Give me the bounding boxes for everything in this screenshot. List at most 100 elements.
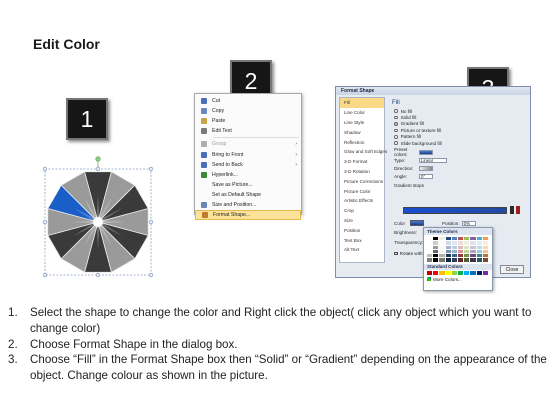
standard-color-swatch[interactable] — [451, 270, 457, 275]
sidebar-item-line-style[interactable]: Line Style — [340, 118, 384, 128]
color-swatch[interactable] — [470, 237, 476, 241]
remove-stop-button[interactable] — [516, 206, 520, 214]
resize-handle[interactable] — [42, 272, 48, 278]
angle-input[interactable]: 0° — [419, 173, 433, 179]
rotation-handle[interactable] — [95, 156, 101, 162]
color-swatch[interactable] — [427, 241, 433, 245]
color-swatch[interactable] — [433, 249, 439, 254]
standard-color-swatch[interactable] — [427, 270, 433, 275]
gradient-stops-bar[interactable] — [403, 207, 507, 214]
color-swatch[interactable] — [457, 241, 464, 245]
color-swatch[interactable] — [427, 249, 433, 254]
resize-handle[interactable] — [42, 219, 48, 225]
color-swatch[interactable] — [476, 249, 482, 254]
sidebar-item-picture-corrections[interactable]: Picture Corrections — [340, 176, 384, 186]
standard-color-swatch[interactable] — [457, 270, 464, 275]
sidebar-item-glow[interactable]: Glow and Soft Edges — [340, 147, 387, 157]
sidebar-item-artistic-effects[interactable]: Artistic Effects — [340, 196, 384, 206]
menu-item-save-as-picture[interactable]: Save as Picture... — [195, 180, 301, 190]
resize-handle[interactable] — [148, 166, 154, 172]
color-swatch[interactable] — [457, 245, 464, 249]
resize-handle[interactable] — [95, 166, 101, 172]
menu-item-hyperlink[interactable]: Hyperlink... — [195, 170, 301, 180]
color-swatch[interactable] — [464, 245, 470, 249]
color-swatch[interactable] — [457, 237, 464, 241]
color-swatch[interactable] — [451, 258, 457, 262]
color-swatch[interactable] — [427, 237, 433, 241]
direction-dropdown[interactable] — [419, 165, 433, 171]
color-swatch[interactable] — [445, 241, 451, 245]
more-colors-button[interactable]: More Colors... — [427, 277, 489, 282]
color-swatch[interactable] — [439, 258, 445, 262]
color-picker-button[interactable] — [410, 220, 424, 226]
color-swatch[interactable] — [476, 245, 482, 249]
menu-item-bring-to-front[interactable]: Bring to Front › — [195, 149, 301, 159]
menu-item-format-shape[interactable]: Format Shape... — [195, 210, 301, 221]
color-swatch[interactable] — [439, 249, 445, 254]
resize-handle[interactable] — [148, 219, 154, 225]
sidebar-item-fill[interactable]: Fill — [340, 98, 384, 108]
color-swatch[interactable] — [457, 258, 464, 262]
color-swatch[interactable] — [427, 254, 433, 258]
standard-color-swatch[interactable] — [470, 270, 476, 275]
color-swatch[interactable] — [470, 258, 476, 262]
resize-handle[interactable] — [42, 166, 48, 172]
standard-color-swatch[interactable] — [433, 270, 439, 275]
close-button[interactable]: Close — [500, 265, 524, 274]
color-swatch[interactable] — [433, 258, 439, 262]
add-stop-button[interactable] — [510, 206, 514, 214]
color-swatch[interactable] — [464, 237, 470, 241]
color-swatch[interactable] — [470, 241, 476, 245]
color-swatch[interactable] — [439, 254, 445, 258]
color-swatch[interactable] — [476, 254, 482, 258]
sidebar-item-text-box[interactable]: Text Box — [340, 235, 384, 245]
sidebar-item-alt-text[interactable]: Alt Text — [340, 245, 384, 255]
standard-color-swatch[interactable] — [445, 270, 451, 275]
resize-handle[interactable] — [148, 272, 154, 278]
resize-handle[interactable] — [95, 272, 101, 278]
color-swatch[interactable] — [482, 249, 488, 254]
menu-item-set-default-shape[interactable]: Set as Default Shape — [195, 190, 301, 200]
menu-item-copy[interactable]: Copy — [195, 106, 301, 116]
color-swatch[interactable] — [451, 249, 457, 254]
color-swatch[interactable] — [439, 237, 445, 241]
color-swatch[interactable] — [445, 245, 451, 249]
color-swatch[interactable] — [482, 245, 488, 249]
color-swatch[interactable] — [476, 258, 482, 262]
color-swatch[interactable] — [482, 258, 488, 262]
color-swatch[interactable] — [433, 237, 439, 241]
color-swatch[interactable] — [445, 254, 451, 258]
sidebar-item-position[interactable]: Position — [340, 225, 384, 235]
color-swatch[interactable] — [451, 241, 457, 245]
menu-item-size-and-position[interactable]: Size and Position... — [195, 200, 301, 210]
color-swatch[interactable] — [457, 254, 464, 258]
menu-item-cut[interactable]: Cut — [195, 96, 301, 106]
sidebar-item-picture-color[interactable]: Picture Color — [340, 186, 384, 196]
color-swatch[interactable] — [482, 237, 488, 241]
color-swatch[interactable] — [482, 254, 488, 258]
sidebar-item-3d-rotation[interactable]: 3-D Rotation — [340, 167, 384, 177]
color-swatch[interactable] — [464, 241, 470, 245]
sidebar-item-reflection[interactable]: Reflection — [340, 137, 384, 147]
rotate-checkbox[interactable]: ✓ — [394, 251, 398, 255]
color-swatch[interactable] — [439, 245, 445, 249]
color-swatch[interactable] — [464, 254, 470, 258]
color-swatch[interactable] — [433, 254, 439, 258]
standard-color-swatch[interactable] — [464, 270, 470, 275]
position-input[interactable]: 0% — [461, 220, 476, 226]
standard-color-swatch[interactable] — [482, 270, 488, 275]
standard-color-swatch[interactable] — [439, 270, 445, 275]
color-swatch[interactable] — [476, 237, 482, 241]
menu-item-send-to-back[interactable]: Send to Back › — [195, 160, 301, 170]
color-swatch[interactable] — [433, 245, 439, 249]
preset-colors-dropdown[interactable] — [419, 149, 433, 155]
color-swatch[interactable] — [445, 249, 451, 254]
color-swatch[interactable] — [470, 254, 476, 258]
menu-item-edit-text[interactable]: Edit Text — [195, 126, 301, 136]
segmented-wheel-shape[interactable] — [28, 152, 168, 292]
sidebar-item-shadow[interactable]: Shadow — [340, 127, 384, 137]
menu-item-paste[interactable]: Paste — [195, 116, 301, 126]
sidebar-item-size[interactable]: Size — [340, 216, 384, 226]
color-swatch[interactable] — [439, 241, 445, 245]
sidebar-item-line-color[interactable]: Line Color — [340, 108, 384, 118]
